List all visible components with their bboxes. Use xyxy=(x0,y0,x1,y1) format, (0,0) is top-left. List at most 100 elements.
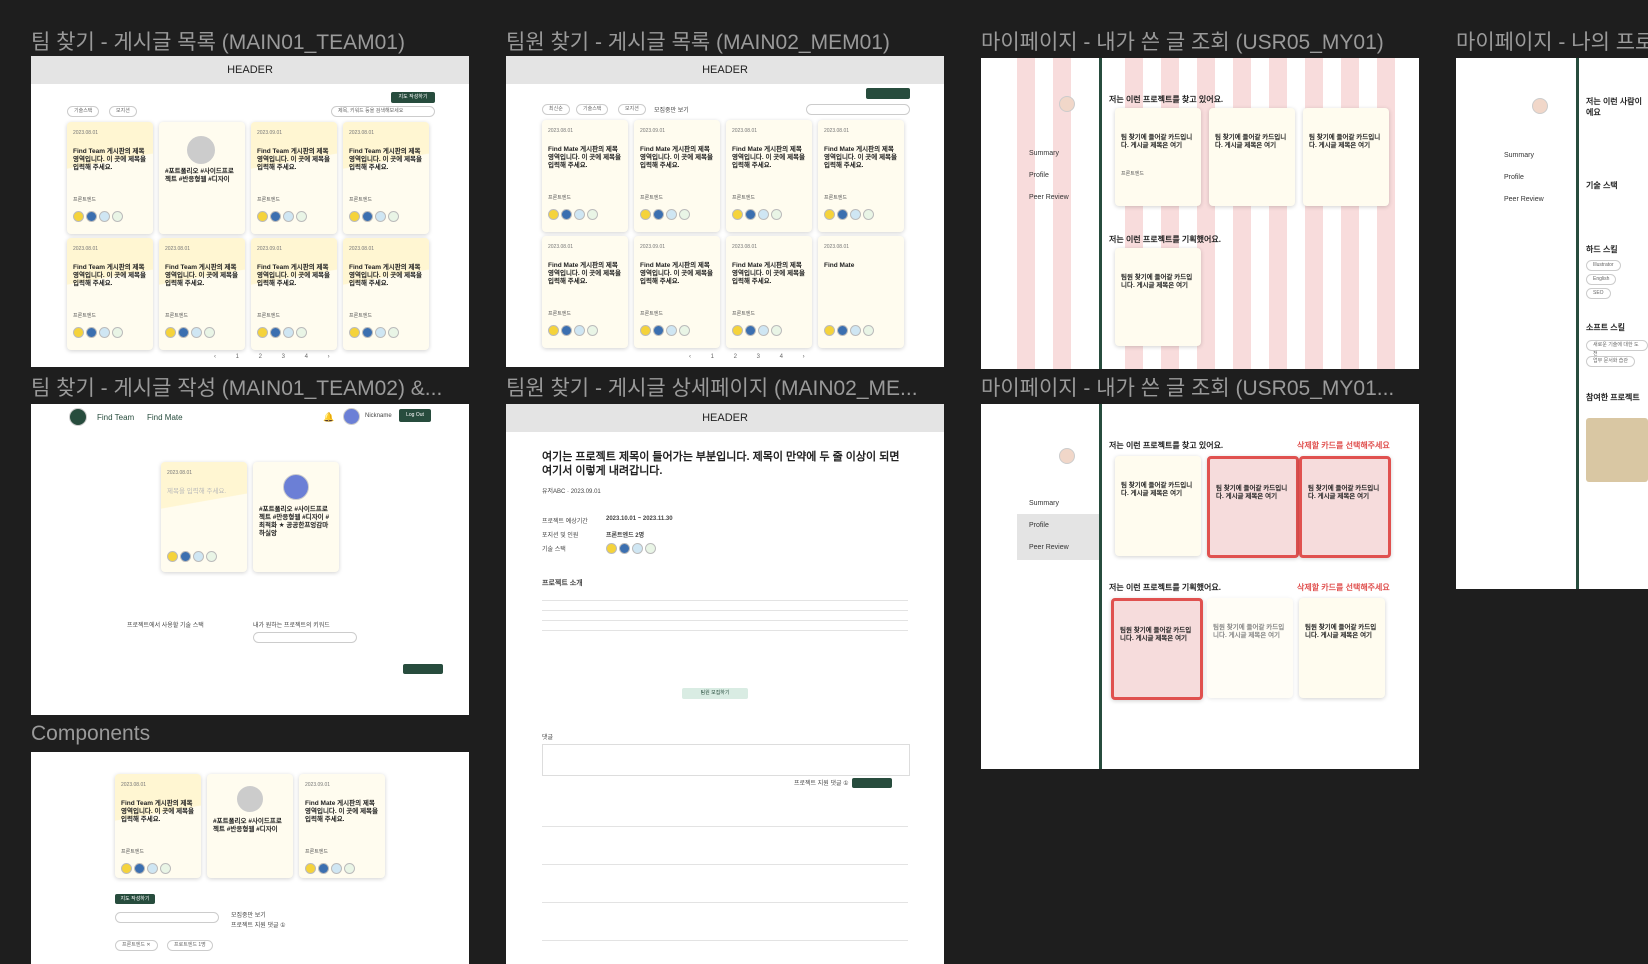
recruiting-checkbox[interactable]: 모집중만 보기 xyxy=(654,105,689,114)
search-input[interactable] xyxy=(806,104,910,115)
my-card[interactable]: 팀 찾기에 들어갈 카드입니다. 게시글 제목은 여기 프론트엔드 xyxy=(1115,108,1201,206)
mate-card[interactable]: 2023.08.01 Find Mate 게시판의 제목 영역입니다. 이 곳에 … xyxy=(542,236,628,348)
frame-my-posts[interactable]: Summary Profile Peer Review 저는 이런 프로젝트를 … xyxy=(981,58,1419,369)
avatar xyxy=(1059,96,1075,112)
search-input[interactable]: 제목, 키워드 등을 검색해보세요 xyxy=(331,106,435,117)
section-title-seeking: 저는 이런 프로젝트를 찾고 있어요. xyxy=(1109,95,1224,104)
team-card[interactable]: 2023.08.01 Find Team 게시판의 제목 영역입니다. 이 곳에 … xyxy=(343,122,429,234)
my-card[interactable]: 팀 찾기에 들어갈 카드입니다. 게시글 제목은 여기 xyxy=(1209,108,1295,206)
pagination[interactable]: ‹ 1 2 3 4 › xyxy=(689,354,814,360)
my-card-selected[interactable]: 팀 찾기에 들어갈 카드입니다. 게시글 제목은 여기 xyxy=(1299,456,1391,558)
write-button[interactable]: 지도 작성하기 xyxy=(115,894,155,904)
side-profile[interactable]: Profile xyxy=(1029,172,1049,179)
side-summary[interactable]: Summary xyxy=(1029,150,1059,157)
nav-find-team[interactable]: Find Team xyxy=(97,413,134,422)
comment-submit-button[interactable] xyxy=(852,778,892,788)
mate-card[interactable]: 2023.08.01 Find Mate 게시판의 제목 영역입니다. 이 곳에 … xyxy=(726,236,812,348)
logo-icon xyxy=(69,408,87,426)
header-bar: HEADER xyxy=(506,404,944,432)
keyword-label: 내가 원하는 프로젝트의 키워드 xyxy=(253,623,330,629)
filter-position[interactable]: 모지션 xyxy=(618,104,646,115)
side-peer-review[interactable]: Peer Review xyxy=(1029,544,1069,551)
side-profile[interactable]: Profile xyxy=(1029,522,1049,529)
team-card[interactable]: 2023.08.01 Find Team 게시판의 제목 영역입니다. 이 곳에 … xyxy=(159,238,245,350)
mate-card[interactable]: 2023.08.01 Find Mate 게시판의 제목 영역입니다. 이 곳에 … xyxy=(542,120,628,232)
frame-team-list[interactable]: HEADER 지도 작성하기 기술스택 모지션 제목, 키워드 등을 검색해보세… xyxy=(31,56,469,367)
mate-card[interactable]: 2023.08.01 Find Mate 게시판의 제목 영역입니다. 이 곳에 … xyxy=(726,120,812,232)
role-value: 프론트엔드 2명 xyxy=(606,533,645,539)
plan-card[interactable]: 팀원 찾기에 들어갈 카드입니다. 게시글 제목은 여기 xyxy=(1299,598,1385,698)
team-card[interactable]: 2023.08.01 Find Team 게시판의 제목 영역입니다. 이 곳에 … xyxy=(343,238,429,350)
side-summary[interactable]: Summary xyxy=(1504,152,1534,159)
frame-my-posts-delete[interactable]: Summary Profile Peer Review 저는 이런 프로젝트를 … xyxy=(981,404,1419,769)
frame-mate-detail[interactable]: HEADER 여기는 프로젝트 제목이 들어가는 부분입니다. 제목이 만약에 … xyxy=(506,404,944,964)
nav-find-mate[interactable]: Find Mate xyxy=(147,413,183,422)
stack-label: 프로젝트에서 사용할 기술 스택 xyxy=(127,623,204,629)
submit-button[interactable] xyxy=(403,664,443,674)
write-button[interactable] xyxy=(866,88,910,99)
avatar xyxy=(1532,98,1548,114)
delete-hint: 삭제할 카드를 선택해주세요 xyxy=(1297,583,1390,592)
comments-title: 댓글 xyxy=(542,735,554,741)
keyword-input[interactable] xyxy=(253,632,357,643)
apply-button[interactable]: 팀원 모집하기 xyxy=(682,688,748,699)
frame-label-my-profile: 마이페이지 - 나의 프로필 xyxy=(1456,31,1648,54)
check-recruiting[interactable]: 모집중만 보기 xyxy=(231,910,266,919)
chip-frontend-count[interactable]: 프로트엔드 1명 xyxy=(167,940,213,951)
filter-stack[interactable]: 기술스택 xyxy=(67,106,100,117)
comment-input[interactable] xyxy=(542,744,910,776)
side-summary[interactable]: Summary xyxy=(1029,500,1059,507)
mate-card[interactable]: 2023.08.01 Find Mate 게시판의 제목 영역입니다. 이 곳에 … xyxy=(818,120,904,232)
write-preview-card[interactable]: 2023.08.01 제목을 입력해 주세요. xyxy=(161,462,247,572)
team-card[interactable]: 2023.08.01 Find Team 게시판의 제목 영역입니다. 이 곳에 … xyxy=(67,238,153,350)
filter-stack[interactable]: 기술스택 xyxy=(576,104,609,115)
mate-card[interactable]: 2023.09.01 Find Mate 게시판의 제목 영역입니다. 이 곳에 … xyxy=(634,120,720,232)
soft-skill-title: 소프트 스킬 xyxy=(1586,323,1626,332)
avatar xyxy=(1059,448,1075,464)
profile-card[interactable]: #포트폴리오 #사이드프로젝트 #반응형웹 #디자이 xyxy=(207,774,293,878)
team-card[interactable]: 2023.09.01 Find Team 게시판의 제목 영역입니다. 이 곳에 … xyxy=(251,122,337,234)
pagination[interactable]: ‹ 1 2 3 4 › xyxy=(214,354,339,360)
check-comment[interactable]: 프로젝트 지원 댓글 ① xyxy=(231,920,286,929)
frame-label-team-write: 팀 찾기 - 게시글 작성 (MAIN01_TEAM02) &... xyxy=(31,377,443,400)
filter-position[interactable]: 모지션 xyxy=(109,106,137,117)
mate-card[interactable]: 2023.09.01 Find Mate 게시판의 제목 영역입니다. 이 곳에 … xyxy=(299,774,385,878)
my-card[interactable]: 팀 찾기에 들어갈 카드입니다. 게시글 제목은 여기 xyxy=(1115,456,1201,556)
avatar[interactable] xyxy=(343,408,360,425)
my-card-selected[interactable]: 팀 찾기에 들어갈 카드입니다. 게시글 제목은 여기 xyxy=(1207,456,1299,558)
section-title-seeking: 저는 이런 프로젝트를 찾고 있어요. xyxy=(1109,441,1224,450)
side-profile[interactable]: Profile xyxy=(1504,174,1524,181)
my-card[interactable]: 팀 찾기에 들어갈 카드입니다. 게시글 제목은 여기 xyxy=(1303,108,1389,206)
frame-my-profile[interactable]: Summary Profile Peer Review 저는 이런 사람이에요 … xyxy=(1456,58,1648,589)
profile-card[interactable]: #포트폴리오 #사이드프로젝트 #만응형웹 #디자이 #최적화 ★ 공공한프엉감… xyxy=(253,462,339,572)
team-card[interactable]: 2023.08.01 Find Team 게시판의 제목 영역입니다. 이 곳에 … xyxy=(67,122,153,234)
frame-label-team-list: 팀 찾기 - 게시글 목록 (MAIN01_TEAM01) xyxy=(31,31,405,54)
nickname: Nickname xyxy=(365,413,392,419)
plan-card-selected[interactable]: 팀원 찾기에 들어갈 카드입니다. 게시글 제목은 여기 xyxy=(1111,598,1203,700)
project-image[interactable] xyxy=(1586,418,1648,482)
profile-card[interactable]: #포트폴리오 #사이드프로젝트 #반응형웹 #디자이 xyxy=(159,122,245,234)
frame-team-write[interactable]: Find Team Find Mate 🔔 Nickname Log Out 2… xyxy=(31,404,469,715)
logout-button[interactable]: Log Out xyxy=(399,409,431,422)
team-card[interactable]: 2023.09.01 Find Team 게시판의 제목 영역입니다. 이 곳에 … xyxy=(251,238,337,350)
filter-sort[interactable]: 최신순 xyxy=(542,104,570,115)
post-title: 여기는 프로젝트 제목이 들어가는 부분입니다. 제목이 만약에 두 줄 이상이… xyxy=(542,451,900,477)
search-input[interactable] xyxy=(115,912,219,923)
side-peer-review[interactable]: Peer Review xyxy=(1029,194,1069,201)
mate-card[interactable]: 2023.09.01 Find Mate 게시판의 제목 영역입니다. 이 곳에 … xyxy=(634,236,720,348)
side-peer-review[interactable]: Peer Review xyxy=(1504,196,1544,203)
tech-title: 기술 스택 xyxy=(1586,181,1618,190)
plan-card[interactable]: 팀원 찾기에 들어갈 카드입니다. 게시글 제목은 여기 xyxy=(1207,598,1293,698)
comment-checkbox[interactable]: 프로젝트 지원 댓글 ① xyxy=(794,778,849,787)
chip-frontend[interactable]: 프론트엔드 ✕ xyxy=(115,940,158,951)
frame-mate-list[interactable]: HEADER 최신순 기술스택 모지션 모집중만 보기 2023.08.01 Fi… xyxy=(506,56,944,367)
write-button[interactable]: 지도 작성하기 xyxy=(391,92,435,103)
avatar xyxy=(187,136,215,164)
period-value: 2023.10.01 ~ 2023.11.30 xyxy=(606,516,673,522)
bell-icon[interactable]: 🔔 xyxy=(323,412,334,423)
frame-components[interactable]: 2023.08.01 Find Team 게시판의 제목 영역입니다. 이 곳에 … xyxy=(31,752,469,964)
plan-card[interactable]: 팀원 찾기에 들어갈 카드입니다. 게시글 제목은 여기 xyxy=(1115,248,1201,346)
intro-title: 저는 이런 사람이에요 xyxy=(1586,97,1642,117)
mate-card[interactable]: 2023.08.01 Find Mate xyxy=(818,236,904,348)
team-card[interactable]: 2023.08.01 Find Team 게시판의 제목 영역입니다. 이 곳에 … xyxy=(115,774,201,878)
